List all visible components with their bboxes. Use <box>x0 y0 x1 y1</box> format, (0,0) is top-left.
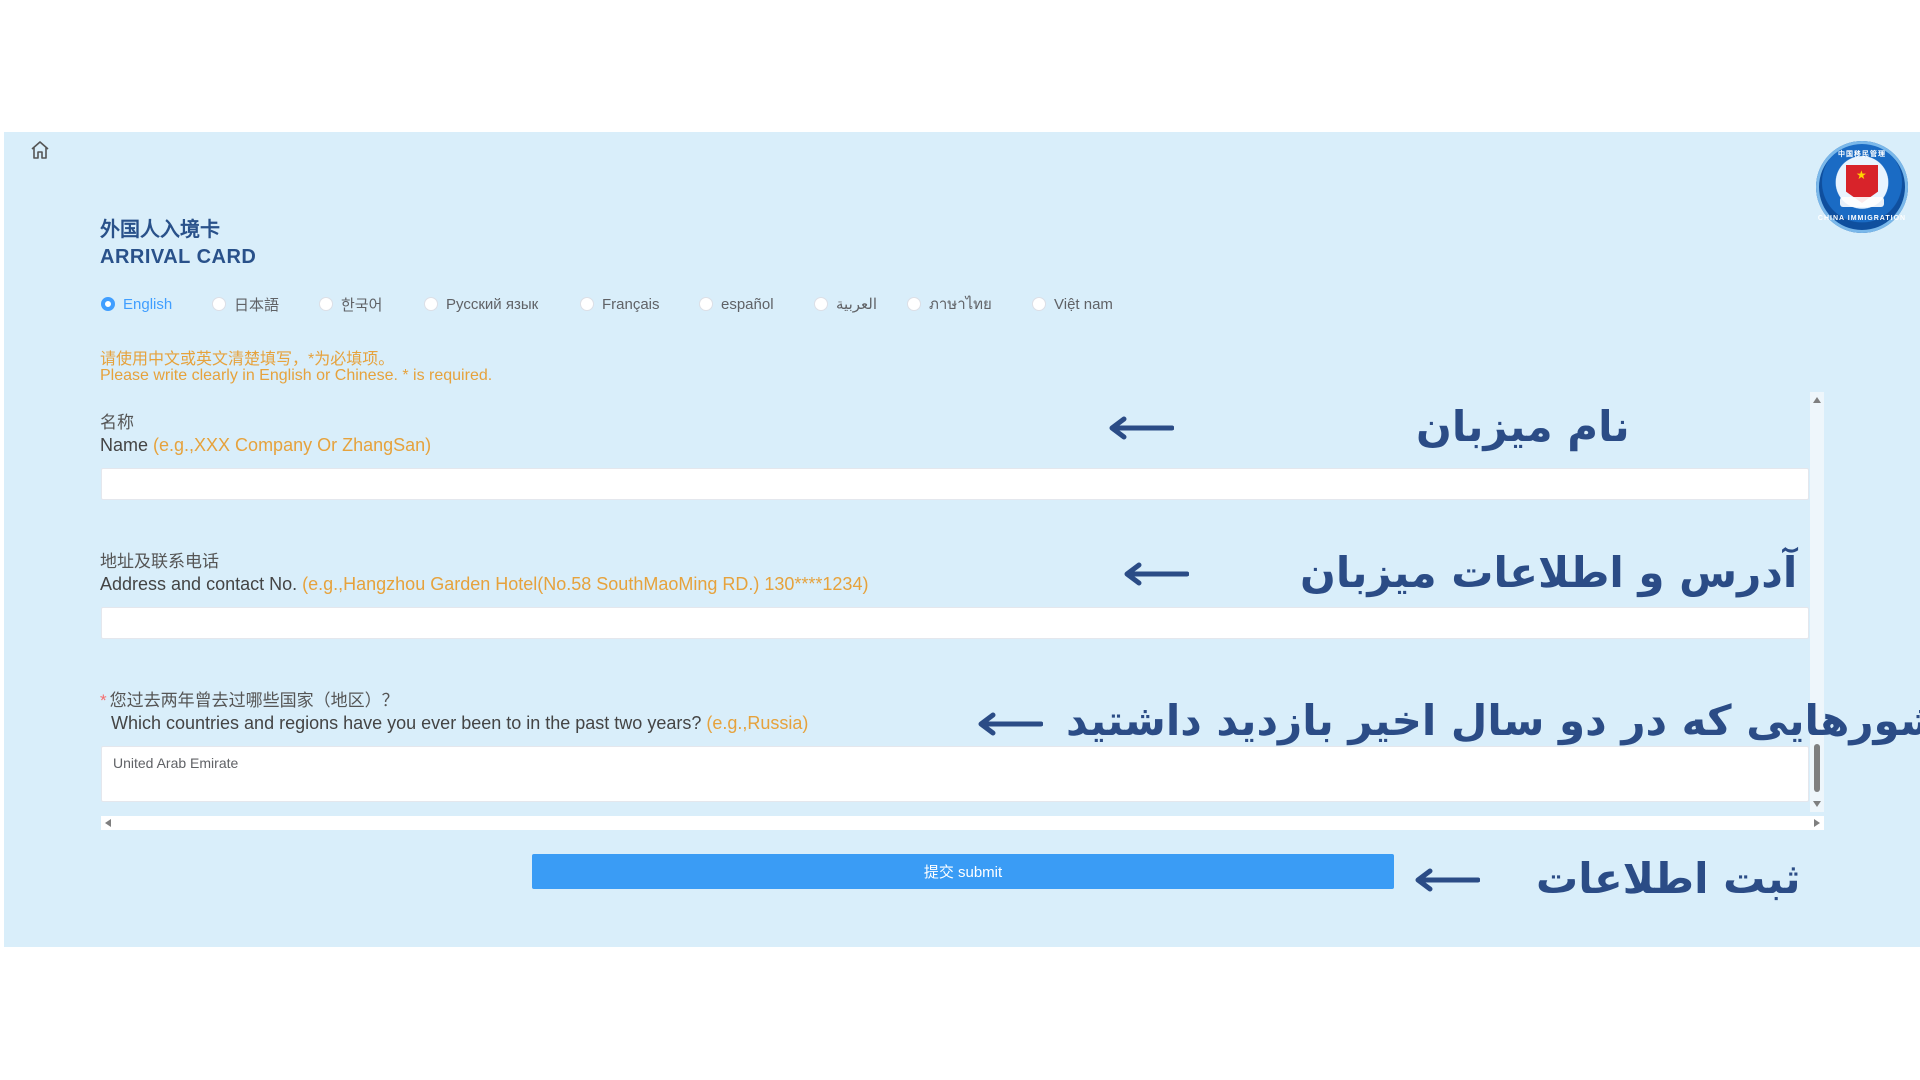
language-option-vietnamese[interactable]: Việt nam <box>1032 294 1113 314</box>
annotation-address: آدرس و اطلاعات میزبان <box>1300 548 1798 597</box>
name-label: Name (e.g.,XXX Company Or ZhangSan) <box>100 435 431 456</box>
submit-button[interactable]: 提交 submit <box>532 854 1394 889</box>
address-label: Address and contact No. (e.g.,Hangzhou G… <box>100 574 868 595</box>
language-option-english[interactable]: English <box>101 294 172 314</box>
countries-label-en: Which countries and regions have you eve… <box>111 713 707 733</box>
language-option-thai[interactable]: ภาษาไทย <box>907 294 992 314</box>
china-immigration-emblem: 中国移民管理 ★ CHINA IMMIGRATION <box>1816 141 1908 233</box>
emblem-base <box>1840 197 1884 207</box>
address-label-cn: 地址及联系电话 <box>100 552 219 571</box>
name-label-cn: 名称 <box>100 413 134 432</box>
radio-icon <box>424 297 438 311</box>
countries-label-cn: 您过去两年曾去过哪些国家（地区）？ <box>109 691 399 710</box>
radio-icon <box>814 297 828 311</box>
countries-textarea[interactable]: United Arab Emirate <box>101 746 1809 802</box>
annotation-name: نام میزبان <box>1416 402 1630 451</box>
scroll-down-icon[interactable] <box>1813 801 1821 807</box>
radio-icon <box>1032 297 1046 311</box>
emblem-top-text: 中国移民管理 <box>1838 151 1886 158</box>
star-icon: ★ <box>1856 168 1867 182</box>
scroll-up-icon[interactable] <box>1813 397 1821 403</box>
language-option-french[interactable]: Français <box>580 294 660 314</box>
language-option-arabic[interactable]: العربية <box>814 294 877 314</box>
page-title-en: ARRIVAL CARD <box>100 246 257 268</box>
address-label-en: Address and contact No. <box>100 574 303 594</box>
annotation-submit: ثبت اطلاعات <box>1536 854 1801 903</box>
arrow-left-icon <box>1124 562 1189 586</box>
countries-example: (e.g.,Russia) <box>706 713 809 733</box>
arrow-left-icon <box>978 712 1043 736</box>
language-option-japanese[interactable]: 日本語 <box>212 294 279 314</box>
countries-label: Which countries and regions have you eve… <box>111 713 808 734</box>
arrow-left-icon <box>1415 868 1480 892</box>
name-label-en: Name <box>100 435 154 455</box>
page-title-cn: 外国人入境卡 <box>100 219 220 241</box>
arrow-left-icon <box>1109 416 1174 440</box>
language-option-russian[interactable]: Русский язык <box>424 294 538 314</box>
scroll-left-icon[interactable] <box>105 819 111 827</box>
countries-label-cn-row: * 您过去两年曾去过哪些国家（地区）？ <box>100 686 399 711</box>
radio-icon <box>212 297 226 311</box>
required-mark: * <box>100 691 107 710</box>
address-example: (e.g.,Hangzhou Garden Hotel(No.58 SouthM… <box>302 574 869 594</box>
scrollbar-thumb[interactable] <box>1814 744 1820 792</box>
scroll-right-icon[interactable] <box>1814 819 1820 827</box>
vertical-scrollbar[interactable] <box>1810 392 1824 812</box>
radio-icon <box>319 297 333 311</box>
notice-cn: 请使用中文或英文清楚填写，*为必填项。 <box>100 351 395 368</box>
emblem-bottom-text: CHINA IMMIGRATION <box>1817 215 1907 222</box>
notice-en: Please write clearly in English or Chine… <box>100 367 493 384</box>
radio-icon <box>699 297 713 311</box>
language-option-korean[interactable]: 한국어 <box>319 294 382 314</box>
address-input[interactable] <box>101 607 1809 639</box>
annotation-countries: کشورهایی که در دو سال اخیر بازدید داشتید <box>1066 696 1920 745</box>
radio-icon <box>580 297 594 311</box>
name-example: (e.g.,XXX Company Or ZhangSan) <box>153 435 432 455</box>
horizontal-scrollbar[interactable] <box>101 816 1824 830</box>
home-icon[interactable] <box>28 138 52 162</box>
radio-icon <box>907 297 921 311</box>
radio-selected-icon <box>101 297 115 311</box>
name-input[interactable] <box>101 468 1809 500</box>
language-option-spanish[interactable]: español <box>699 294 774 314</box>
